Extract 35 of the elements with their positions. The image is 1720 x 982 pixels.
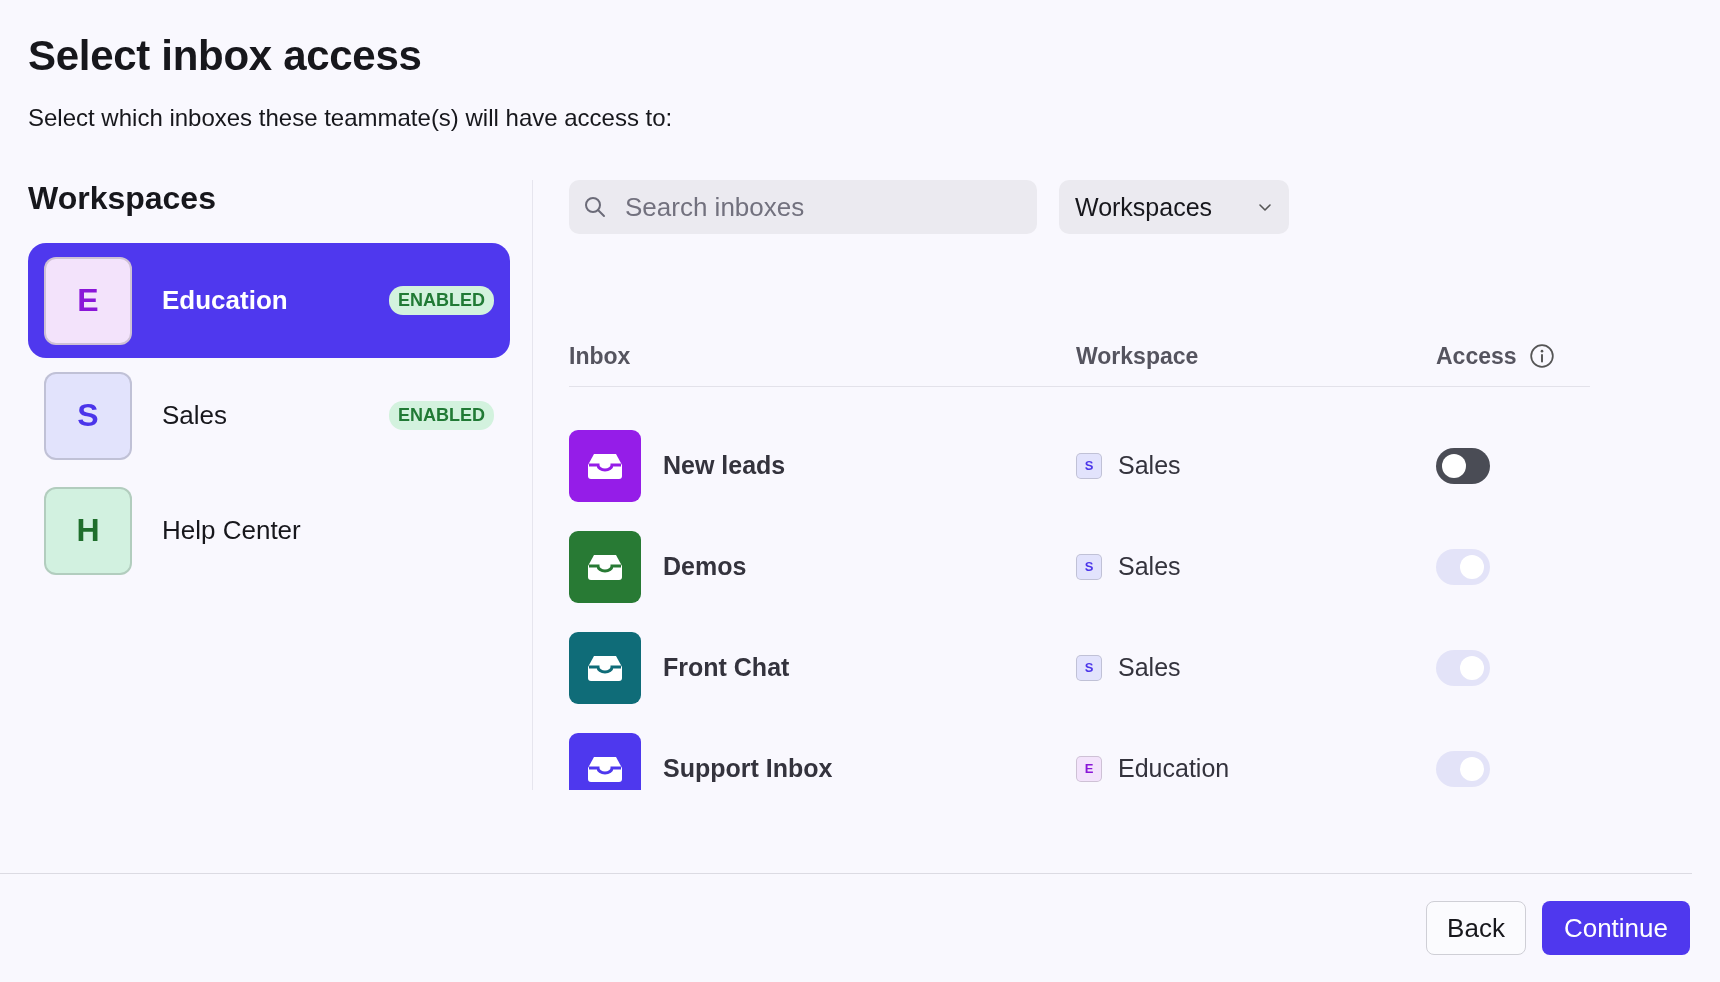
workspace-badge: S xyxy=(1076,654,1102,681)
inbox-name: New leads xyxy=(663,451,786,480)
workspace-name: Sales xyxy=(162,400,229,431)
inbox-name: Support Inbox xyxy=(663,754,833,783)
workspace-item[interactable]: H Help Center xyxy=(28,473,510,588)
workspace-avatar: H xyxy=(44,486,132,575)
workspace-badge: E xyxy=(1076,755,1102,782)
column-header: Access xyxy=(1436,342,1517,370)
inbox-name: Front Chat xyxy=(663,653,790,682)
workspace-avatar: S xyxy=(44,371,132,460)
page-title: Select inbox access xyxy=(28,32,423,80)
workspace-badge: S xyxy=(1076,452,1102,479)
workspace-name: Help Center xyxy=(162,515,302,546)
column-header: Inbox xyxy=(569,342,631,370)
workspace-avatar: E xyxy=(44,256,132,345)
sidebar-heading: Workspaces xyxy=(28,180,217,217)
workspaces-dropdown[interactable]: Workspaces xyxy=(1059,180,1289,234)
access-toggle[interactable] xyxy=(1436,447,1490,484)
column-header: Workspace xyxy=(1076,342,1199,370)
workspace-name: Sales xyxy=(1118,653,1181,682)
info-icon[interactable] xyxy=(1528,343,1555,369)
search-field[interactable]: Search inboxes xyxy=(569,180,1037,234)
workspace-item[interactable]: E Education ENABLED xyxy=(28,243,510,358)
page-subtitle: Select which inboxes these teammate(s) will have access to: xyxy=(28,104,674,132)
workspace-badge: S xyxy=(1076,553,1102,580)
workspace-name: Education xyxy=(162,285,289,316)
workspace-name: Sales xyxy=(1118,451,1181,480)
workspace-name: Education xyxy=(1118,754,1230,783)
workspace-item[interactable]: S Sales ENABLED xyxy=(28,358,510,473)
back-button[interactable]: Back xyxy=(1426,901,1526,955)
status-badge: ENABLED xyxy=(389,286,494,315)
status-badge: ENABLED xyxy=(389,401,494,430)
workspace-name: Sales xyxy=(1118,552,1181,581)
inbox-name: Demos xyxy=(663,552,747,581)
continue-button[interactable]: Continue xyxy=(1541,901,1690,955)
